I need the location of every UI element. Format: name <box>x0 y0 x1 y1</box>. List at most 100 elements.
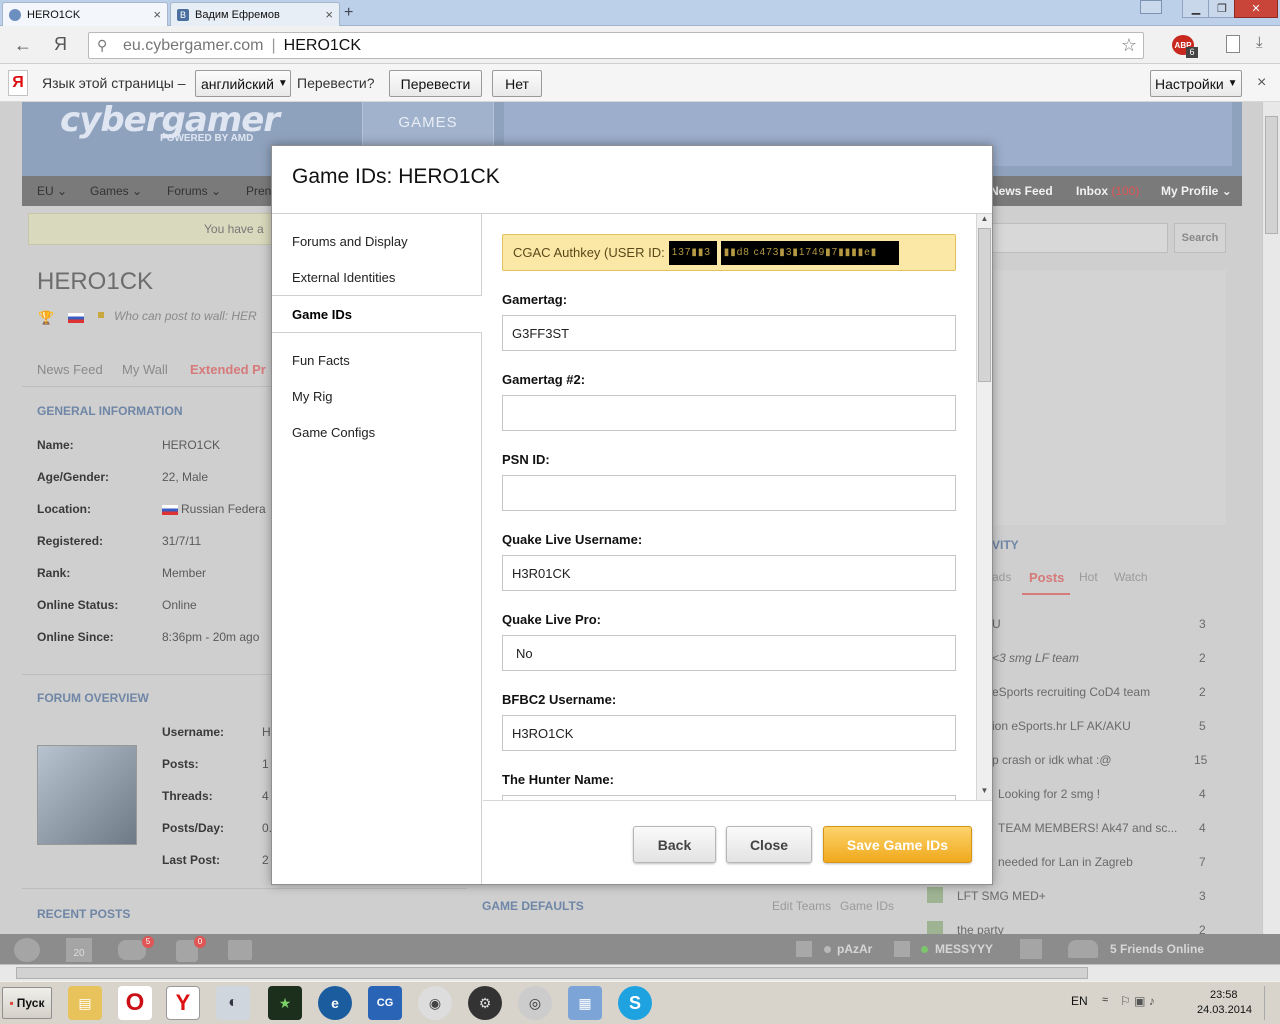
browser-menu-icon[interactable] <box>1140 0 1162 14</box>
network-icon[interactable]: ◉ <box>418 986 452 1020</box>
menu-my-rig[interactable]: My Rig <box>292 389 332 404</box>
vertical-scrollbar[interactable] <box>1262 102 1280 934</box>
post-title[interactable]: p crash or idk what :@ <box>992 753 1112 767</box>
post-title[interactable]: Looking for 2 smg ! <box>998 787 1100 801</box>
menu-game-configs[interactable]: Game Configs <box>292 425 375 440</box>
dialog-scrollbar[interactable]: ▲ ▼ <box>976 214 992 800</box>
post-title[interactable]: U <box>992 617 1001 631</box>
post-title[interactable]: <3 smg LF team <box>992 651 1079 665</box>
post-title[interactable]: eSports recruiting CoD4 team <box>992 685 1150 699</box>
bookmark-star-icon[interactable]: ☆ <box>1121 35 1137 56</box>
tab-hot[interactable]: Hot <box>1079 570 1098 584</box>
gamertag2-input[interactable] <box>502 395 956 431</box>
scroll-thumb[interactable] <box>16 967 1088 979</box>
menu-external-identities[interactable]: External Identities <box>292 270 395 285</box>
tab-vk[interactable]: B Вадим Ефремов × <box>170 2 340 26</box>
language-value: английский <box>201 75 274 92</box>
file-manager-icon[interactable]: ▤ <box>68 986 102 1020</box>
scroll-down-icon[interactable]: ▼ <box>977 786 992 800</box>
friend-name[interactable]: pAzAr <box>837 942 872 956</box>
app-icon[interactable]: ◎ <box>518 986 552 1020</box>
page-icon[interactable] <box>1226 35 1240 53</box>
language-select[interactable]: английский ▼ <box>195 70 291 97</box>
new-tab-button[interactable]: + <box>344 4 353 22</box>
quake-pro-select[interactable]: No <box>502 635 956 671</box>
back-button[interactable]: Back <box>633 826 716 863</box>
download-icon[interactable]: ⤓ <box>1256 34 1263 51</box>
bfbc2-username-input[interactable]: H3RO1CK <box>502 715 956 751</box>
mail-icon[interactable] <box>1020 939 1042 959</box>
yandex-home-icon[interactable]: Я <box>54 34 67 55</box>
back-icon[interactable]: ← <box>14 35 32 56</box>
friend-name[interactable]: MESSYYY <box>935 942 993 956</box>
calendar-icon[interactable]: 20 <box>66 938 92 962</box>
edit-teams-link[interactable]: Edit Teams <box>772 899 831 913</box>
tab-watch[interactable]: Watch <box>1114 570 1148 584</box>
scroll-thumb[interactable] <box>978 228 991 382</box>
show-desktop-button[interactable] <box>1264 986 1278 1020</box>
tab-posts[interactable]: Posts <box>1029 570 1064 585</box>
nav-my-profile[interactable]: My Profile ⌄ <box>1161 184 1232 198</box>
internet-explorer-icon[interactable]: e <box>318 986 352 1020</box>
friend-avatar[interactable] <box>894 941 910 957</box>
gamertag-input[interactable]: G3FF3ST <box>502 315 956 351</box>
opera-icon[interactable]: O <box>118 986 152 1020</box>
close-translate-icon[interactable]: × <box>1257 74 1266 92</box>
tab-my-wall[interactable]: My Wall <box>122 362 168 377</box>
tab-news-feed[interactable]: News Feed <box>37 362 103 377</box>
scroll-thumb[interactable] <box>1265 116 1278 234</box>
nav-eu[interactable]: EU ⌄ <box>37 184 67 198</box>
restore-icon[interactable]: ❐ <box>1208 0 1236 18</box>
post-title[interactable]: needed for Lan in Zagreb <box>998 855 1133 869</box>
close-tab-icon[interactable]: × <box>325 7 333 22</box>
menu-fun-facts[interactable]: Fun Facts <box>292 353 350 368</box>
tray-icons[interactable]: ⚐ ▣ ♪ <box>1120 994 1180 1010</box>
tray-expand-icon[interactable]: ≈ <box>1102 994 1108 1006</box>
menu-forums-display[interactable]: Forums and Display <box>292 234 408 249</box>
translate-button[interactable]: Перевести <box>389 70 482 97</box>
save-game-ids-button[interactable]: Save Game IDs <box>823 826 972 863</box>
nav-news-feed[interactable]: News Feed <box>990 184 1053 198</box>
nav-premium[interactable]: Pren <box>246 184 271 198</box>
close-button[interactable]: Close <box>726 826 812 863</box>
keyboard-language[interactable]: EN <box>1071 994 1088 1008</box>
teamspeak-icon[interactable]: ◐ <box>216 986 250 1020</box>
address-input[interactable]: ⚲ eu.cybergamer.com | HERO1CK ☆ <box>88 32 1144 59</box>
no-translate-button[interactable]: Нет <box>492 70 542 97</box>
nav-inbox[interactable]: Inbox (100) <box>1076 184 1139 198</box>
nav-forums[interactable]: Forums ⌄ <box>167 184 221 198</box>
close-tab-icon[interactable]: × <box>153 7 161 22</box>
steam-icon[interactable]: ⚙ <box>468 986 502 1020</box>
close-window-icon[interactable]: ✕ <box>1234 0 1278 18</box>
translate-settings-select[interactable]: Настройки ▼ <box>1150 70 1242 97</box>
nav-games[interactable]: Games ⌄ <box>90 184 142 198</box>
site-search-button[interactable]: Search <box>1174 223 1226 253</box>
friends-icon[interactable] <box>1068 940 1098 958</box>
post-title[interactable]: LFT SMG MED+ <box>957 889 1046 903</box>
tab-threads[interactable]: ads <box>992 570 1011 584</box>
site-search-input[interactable] <box>992 223 1168 253</box>
game-launcher-icon[interactable]: ★ <box>268 986 302 1020</box>
game-ids-link[interactable]: Game IDs <box>840 899 894 913</box>
scroll-up-icon[interactable]: ▲ <box>977 214 992 228</box>
horizontal-scrollbar[interactable] <box>0 964 1280 981</box>
menu-game-ids[interactable]: Game IDs <box>292 307 352 322</box>
cgac-icon[interactable]: CG <box>368 986 402 1020</box>
quake-username-input[interactable]: H3R01CK <box>502 555 956 591</box>
post-title[interactable]: ion eSports.hr LF AK/AKU <box>992 719 1131 733</box>
psn-id-input[interactable] <box>502 475 956 511</box>
yandex-browser-icon[interactable]: Y <box>166 986 200 1020</box>
globe-icon[interactable] <box>14 938 40 962</box>
tv-icon[interactable] <box>228 940 252 960</box>
friends-online-count[interactable]: 5 Friends Online <box>1110 942 1204 956</box>
start-button[interactable]: ▪ Пуск <box>2 987 52 1019</box>
tab-hero1ck[interactable]: HERO1CK × <box>2 2 168 26</box>
avatar[interactable] <box>37 745 137 845</box>
recent-posts-title: RECENT POSTS <box>37 907 131 921</box>
minimize-icon[interactable]: ▁ <box>1182 0 1210 18</box>
tab-extended-profile[interactable]: Extended Pr <box>190 362 266 377</box>
post-title[interactable]: TEAM MEMBERS! Ak47 and sc... <box>998 821 1177 835</box>
computer-icon[interactable]: ▦ <box>568 986 602 1020</box>
skype-icon[interactable]: S <box>618 986 652 1020</box>
friend-avatar[interactable] <box>796 941 812 957</box>
